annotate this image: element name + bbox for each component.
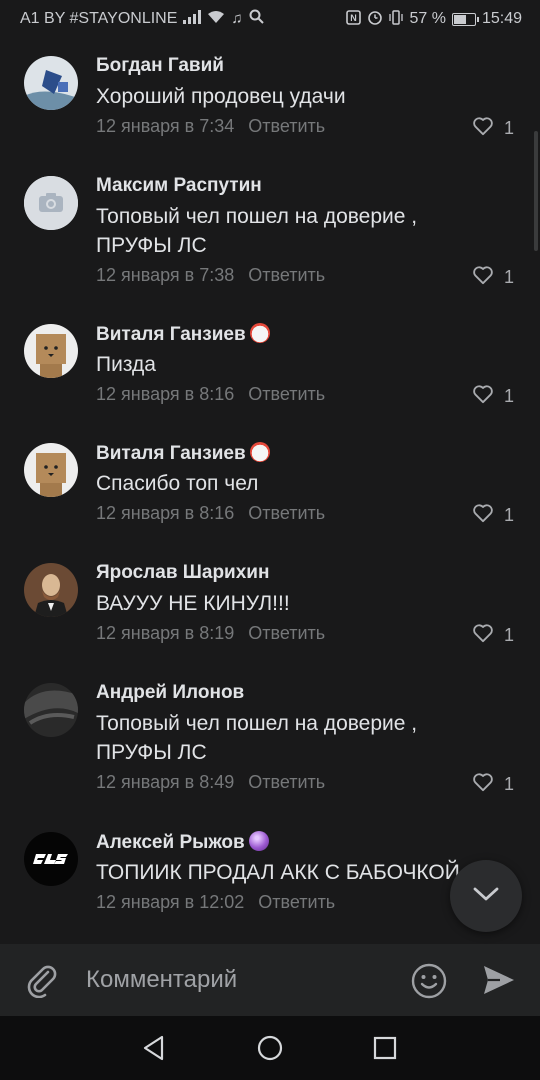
comment-input[interactable]: Комментарий bbox=[86, 966, 237, 994]
vibrate-icon bbox=[389, 9, 404, 29]
comment-date: 12 января в 7:34 bbox=[96, 116, 235, 136]
comment-date: 12 января в 8:19 bbox=[96, 623, 235, 643]
reply-button[interactable]: Ответить bbox=[248, 623, 325, 643]
heart-icon bbox=[472, 265, 494, 290]
scrollbar[interactable] bbox=[534, 131, 538, 251]
clown-face-emoji bbox=[249, 323, 270, 343]
reply-button[interactable]: Ответить bbox=[248, 503, 325, 523]
comment-author[interactable]: Виталя Ганзиев bbox=[96, 323, 270, 346]
like-button[interactable]: 1 bbox=[472, 265, 514, 290]
like-count: 1 bbox=[503, 118, 514, 138]
comment-date: 12 января в 8:16 bbox=[96, 384, 235, 404]
back-triangle-icon bbox=[140, 1035, 168, 1066]
comment-date: 12 января в 7:38 bbox=[96, 265, 235, 285]
system-nav-bar bbox=[0, 1016, 540, 1080]
nfc-icon: N bbox=[346, 9, 362, 29]
scroll-down-button[interactable] bbox=[450, 860, 522, 932]
like-count: 1 bbox=[503, 386, 514, 406]
crystal-ball-emoji bbox=[248, 831, 269, 851]
recents-square-icon bbox=[371, 1036, 399, 1066]
comment-author[interactable]: Андрей Илонов bbox=[96, 682, 244, 704]
avatar[interactable] bbox=[24, 563, 78, 617]
send-button[interactable] bbox=[482, 964, 516, 996]
paperclip-icon bbox=[24, 965, 60, 1002]
like-count: 1 bbox=[503, 505, 514, 525]
battery-icon bbox=[451, 12, 479, 26]
like-button[interactable]: 1 bbox=[472, 384, 514, 409]
battery-percent: 57 % bbox=[409, 10, 446, 27]
avatar[interactable] bbox=[24, 56, 78, 110]
reply-button[interactable]: Ответить bbox=[248, 116, 325, 136]
comment-meta: 12 января в 8:49 Ответить bbox=[96, 772, 325, 793]
like-count: 1 bbox=[503, 625, 514, 645]
like-count: 1 bbox=[503, 267, 514, 287]
comment-text: Хороший продовец удачи bbox=[96, 85, 346, 108]
comment-author[interactable]: Виталя Ганзиев bbox=[96, 442, 270, 465]
comment-date: 12 января в 12:02 bbox=[96, 892, 245, 912]
comment-text: Топовый чел пошел на доверие , ПРУФЫ ЛС bbox=[96, 205, 418, 257]
reply-button[interactable]: Ответить bbox=[248, 265, 325, 285]
reply-button[interactable]: Ответить bbox=[248, 772, 325, 792]
comment-text: Спасибо топ чел bbox=[96, 472, 259, 495]
avatar[interactable] bbox=[24, 683, 78, 737]
comment-input-bar: Комментарий bbox=[0, 944, 540, 1016]
avatar[interactable] bbox=[24, 443, 78, 497]
comment-meta: 12 января в 12:02 Ответить bbox=[96, 892, 335, 913]
avatar[interactable] bbox=[24, 832, 78, 886]
wifi-icon bbox=[207, 10, 225, 28]
heart-icon bbox=[472, 503, 494, 528]
smile-icon bbox=[410, 963, 448, 1004]
like-button[interactable]: 1 bbox=[472, 623, 514, 648]
comment-meta: 12 января в 8:19 Ответить bbox=[96, 623, 325, 644]
status-bar: A1 BY #STAYONLINE ♫ N 57 % 15:49 bbox=[0, 0, 540, 36]
like-button[interactable]: 1 bbox=[472, 772, 514, 797]
home-button[interactable] bbox=[256, 1034, 284, 1062]
signal-icon bbox=[183, 9, 202, 28]
reply-button[interactable]: Ответить bbox=[258, 892, 335, 912]
carrier-name: A1 BY #STAYONLINE bbox=[20, 9, 178, 27]
like-button[interactable]: 1 bbox=[472, 116, 514, 141]
comment-author[interactable]: Алексей Рыжов bbox=[96, 831, 269, 854]
svg-text:N: N bbox=[351, 13, 358, 23]
back-button[interactable] bbox=[140, 1034, 168, 1062]
send-icon bbox=[482, 966, 516, 1000]
like-button[interactable]: 1 bbox=[472, 503, 514, 528]
clown-face-emoji bbox=[249, 442, 270, 462]
comment-author[interactable]: Максим Распутин bbox=[96, 175, 262, 197]
heart-icon bbox=[472, 772, 494, 797]
music-icon: ♫ bbox=[231, 10, 243, 27]
comment-author[interactable]: Ярослав Шарихин bbox=[96, 562, 269, 584]
like-count: 1 bbox=[503, 774, 514, 794]
emoji-button[interactable] bbox=[410, 962, 448, 1000]
comment-author[interactable]: Богдан Гавий bbox=[96, 55, 224, 77]
home-circle-icon bbox=[256, 1035, 284, 1066]
clock: 15:49 bbox=[481, 10, 522, 27]
reply-button[interactable]: Ответить bbox=[248, 384, 325, 404]
recents-button[interactable] bbox=[371, 1034, 399, 1062]
comment-meta: 12 января в 7:38 Ответить bbox=[96, 265, 325, 286]
chevron-down-icon bbox=[472, 885, 500, 908]
comment-text: Топовый чел пошел на доверие , ПРУФЫ ЛС bbox=[96, 712, 418, 764]
comment-meta: 12 января в 8:16 Ответить bbox=[96, 503, 325, 524]
heart-icon bbox=[472, 623, 494, 648]
comment-text: ВАУУУ НЕ КИНУЛ!!! bbox=[96, 592, 290, 615]
attach-button[interactable] bbox=[24, 962, 60, 999]
comment-date: 12 января в 8:49 bbox=[96, 772, 235, 792]
comment-meta: 12 января в 7:34 Ответить bbox=[96, 116, 325, 137]
comment-meta: 12 января в 8:16 Ответить bbox=[96, 384, 325, 405]
heart-icon bbox=[472, 384, 494, 409]
alarm-icon bbox=[367, 9, 383, 29]
comments-list[interactable]: Богдан Гавий Хороший продовец удачи 12 я… bbox=[0, 36, 540, 944]
heart-icon bbox=[472, 116, 494, 141]
comment-text: Пизда bbox=[96, 353, 156, 376]
comment-date: 12 января в 8:16 bbox=[96, 503, 235, 523]
avatar[interactable] bbox=[24, 324, 78, 378]
comment-text: ТОПИИК ПРОДАЛ АКК С БАБОЧКОЙ bbox=[96, 861, 460, 884]
search-icon bbox=[249, 9, 264, 28]
avatar[interactable] bbox=[24, 176, 78, 230]
